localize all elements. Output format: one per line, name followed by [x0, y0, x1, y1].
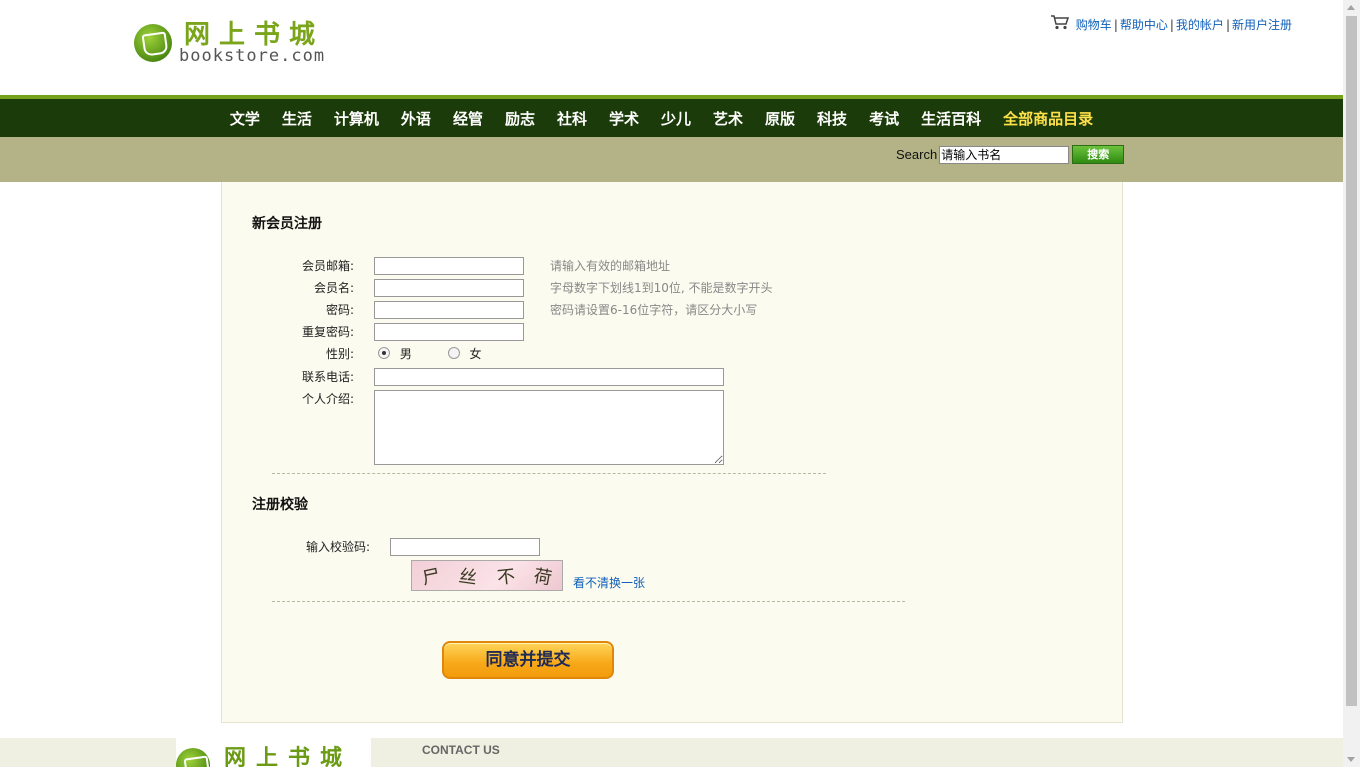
verify-section-title: 注册校验 — [252, 497, 308, 513]
footer: 网上书城 CONTACT US — [0, 738, 1343, 767]
register-section-title: 新会员注册 — [252, 216, 322, 232]
email-label: 会员邮箱: — [301, 259, 354, 273]
captcha-label: 输入校验码: — [305, 540, 370, 554]
username-hint: 字母数字下划线1到10位, 不能是数字开头 — [550, 281, 773, 295]
password-label: 密码: — [325, 303, 354, 317]
cart-link[interactable]: 购物车 — [1076, 16, 1112, 33]
scroll-up-arrow-icon[interactable] — [1347, 5, 1355, 10]
repeat-password-input[interactable] — [374, 323, 524, 341]
gender-options: 男 女 — [378, 345, 482, 362]
top-links: 购物车 | 帮助中心 | 我的帐户 | 新用户注册 — [1050, 14, 1292, 33]
search-bar: Search 搜索 — [0, 137, 1343, 182]
nav-item-children[interactable]: 少儿 — [661, 108, 691, 129]
search-form: Search 搜索 — [896, 145, 1125, 164]
section-divider — [272, 473, 826, 474]
repeat-password-row: 重复密码: — [222, 323, 1122, 341]
username-input[interactable] — [374, 279, 524, 297]
nav-item-inspiration[interactable]: 励志 — [505, 108, 535, 129]
gender-male-radio[interactable] — [378, 346, 390, 359]
site-logo[interactable]: 网上书城 bookstore.com — [134, 14, 344, 66]
nav-item-foreign-language[interactable]: 外语 — [401, 108, 431, 129]
captcha-char: 荷 — [532, 565, 554, 589]
nav-item-encyclopedia[interactable]: 生活百科 — [921, 108, 981, 129]
search-button[interactable]: 搜索 — [1072, 145, 1125, 164]
captcha-input[interactable] — [390, 538, 540, 556]
nav-item-exam[interactable]: 考试 — [869, 108, 899, 129]
nav-item-life[interactable]: 生活 — [282, 108, 312, 129]
captcha-refresh-link[interactable]: 看不清换一张 — [573, 574, 645, 591]
nav-item-computer[interactable]: 计算机 — [334, 108, 379, 129]
intro-label: 个人介绍: — [301, 392, 354, 406]
captcha-image-row: 尸 丝 不 荷 看不清换一张 — [411, 560, 645, 591]
intro-row: 个人介绍: — [222, 390, 1122, 465]
my-account-link[interactable]: 我的帐户 — [1176, 16, 1224, 33]
book-logo-icon — [134, 24, 172, 62]
password-row: 密码: 密码请设置6-16位字符，请区分大小写 — [222, 301, 1122, 319]
footer-logo-text: 网上书城 — [224, 745, 353, 767]
nav-item-business[interactable]: 经管 — [453, 108, 483, 129]
link-separator: | — [1113, 17, 1118, 32]
nav-item-all-catalog[interactable]: 全部商品目录 — [1003, 108, 1093, 129]
gender-row: 性别: 男 女 — [222, 345, 1122, 362]
captcha-char: 不 — [495, 565, 516, 589]
agree-submit-button[interactable]: 同意并提交 — [442, 641, 614, 679]
captcha-input-row: 输入校验码: — [222, 538, 1122, 556]
phone-row: 联系电话: — [222, 368, 1122, 386]
nav-item-original[interactable]: 原版 — [765, 108, 795, 129]
link-separator: | — [1169, 17, 1174, 32]
footer-logo: 网上书城 — [176, 738, 371, 767]
password-hint: 密码请设置6-16位字符，请区分大小写 — [550, 303, 758, 317]
intro-textarea[interactable] — [374, 390, 724, 465]
captcha-char: 丝 — [457, 565, 479, 589]
logo-english-text: bookstore.com — [179, 46, 326, 66]
book-logo-icon — [176, 748, 210, 767]
scroll-down-arrow-icon[interactable] — [1347, 757, 1355, 762]
register-panel: 新会员注册 会员邮箱: 请输入有效的邮箱地址 会员名: 字母数字下划线1到10位… — [221, 182, 1123, 723]
phone-label: 联系电话: — [301, 370, 354, 384]
nav-item-social-science[interactable]: 社科 — [557, 108, 587, 129]
nav-item-literature[interactable]: 文学 — [230, 108, 260, 129]
section-divider — [272, 601, 905, 602]
nav-item-technology[interactable]: 科技 — [817, 108, 847, 129]
repeat-password-label: 重复密码: — [301, 325, 354, 339]
shopping-cart-icon[interactable] — [1050, 14, 1070, 30]
captcha-image[interactable]: 尸 丝 不 荷 — [411, 560, 563, 591]
nav-item-art[interactable]: 艺术 — [713, 108, 743, 129]
search-input[interactable] — [939, 145, 1070, 164]
link-separator: | — [1225, 17, 1230, 32]
username-row: 会员名: 字母数字下划线1到10位, 不能是数字开头 — [222, 279, 1122, 297]
gender-female-radio[interactable] — [447, 346, 460, 359]
email-input[interactable] — [374, 257, 524, 275]
gender-female-label: 女 — [469, 347, 482, 361]
scroll-thumb[interactable] — [1346, 16, 1357, 706]
help-center-link[interactable]: 帮助中心 — [1120, 16, 1168, 33]
password-input[interactable] — [374, 301, 524, 319]
vertical-scrollbar[interactable] — [1343, 0, 1360, 767]
contact-us-heading: CONTACT US — [422, 743, 500, 757]
new-user-register-link[interactable]: 新用户注册 — [1232, 16, 1292, 33]
gender-male-label: 男 — [399, 347, 412, 361]
search-label: Search — [896, 147, 938, 162]
username-label: 会员名: — [313, 281, 354, 295]
gender-label: 性别: — [325, 347, 354, 361]
email-row: 会员邮箱: 请输入有效的邮箱地址 — [222, 257, 1122, 275]
category-nav: 文学 生活 计算机 外语 经管 励志 社科 学术 少儿 艺术 原版 科技 考试 … — [0, 99, 1343, 137]
nav-item-academic[interactable]: 学术 — [609, 108, 639, 129]
phone-input[interactable] — [374, 368, 724, 386]
captcha-char: 尸 — [420, 564, 443, 590]
email-hint: 请输入有效的邮箱地址 — [550, 259, 671, 273]
header: 网上书城 bookstore.com 购物车 | 帮助中心 | 我的帐户 | 新… — [0, 0, 1343, 95]
